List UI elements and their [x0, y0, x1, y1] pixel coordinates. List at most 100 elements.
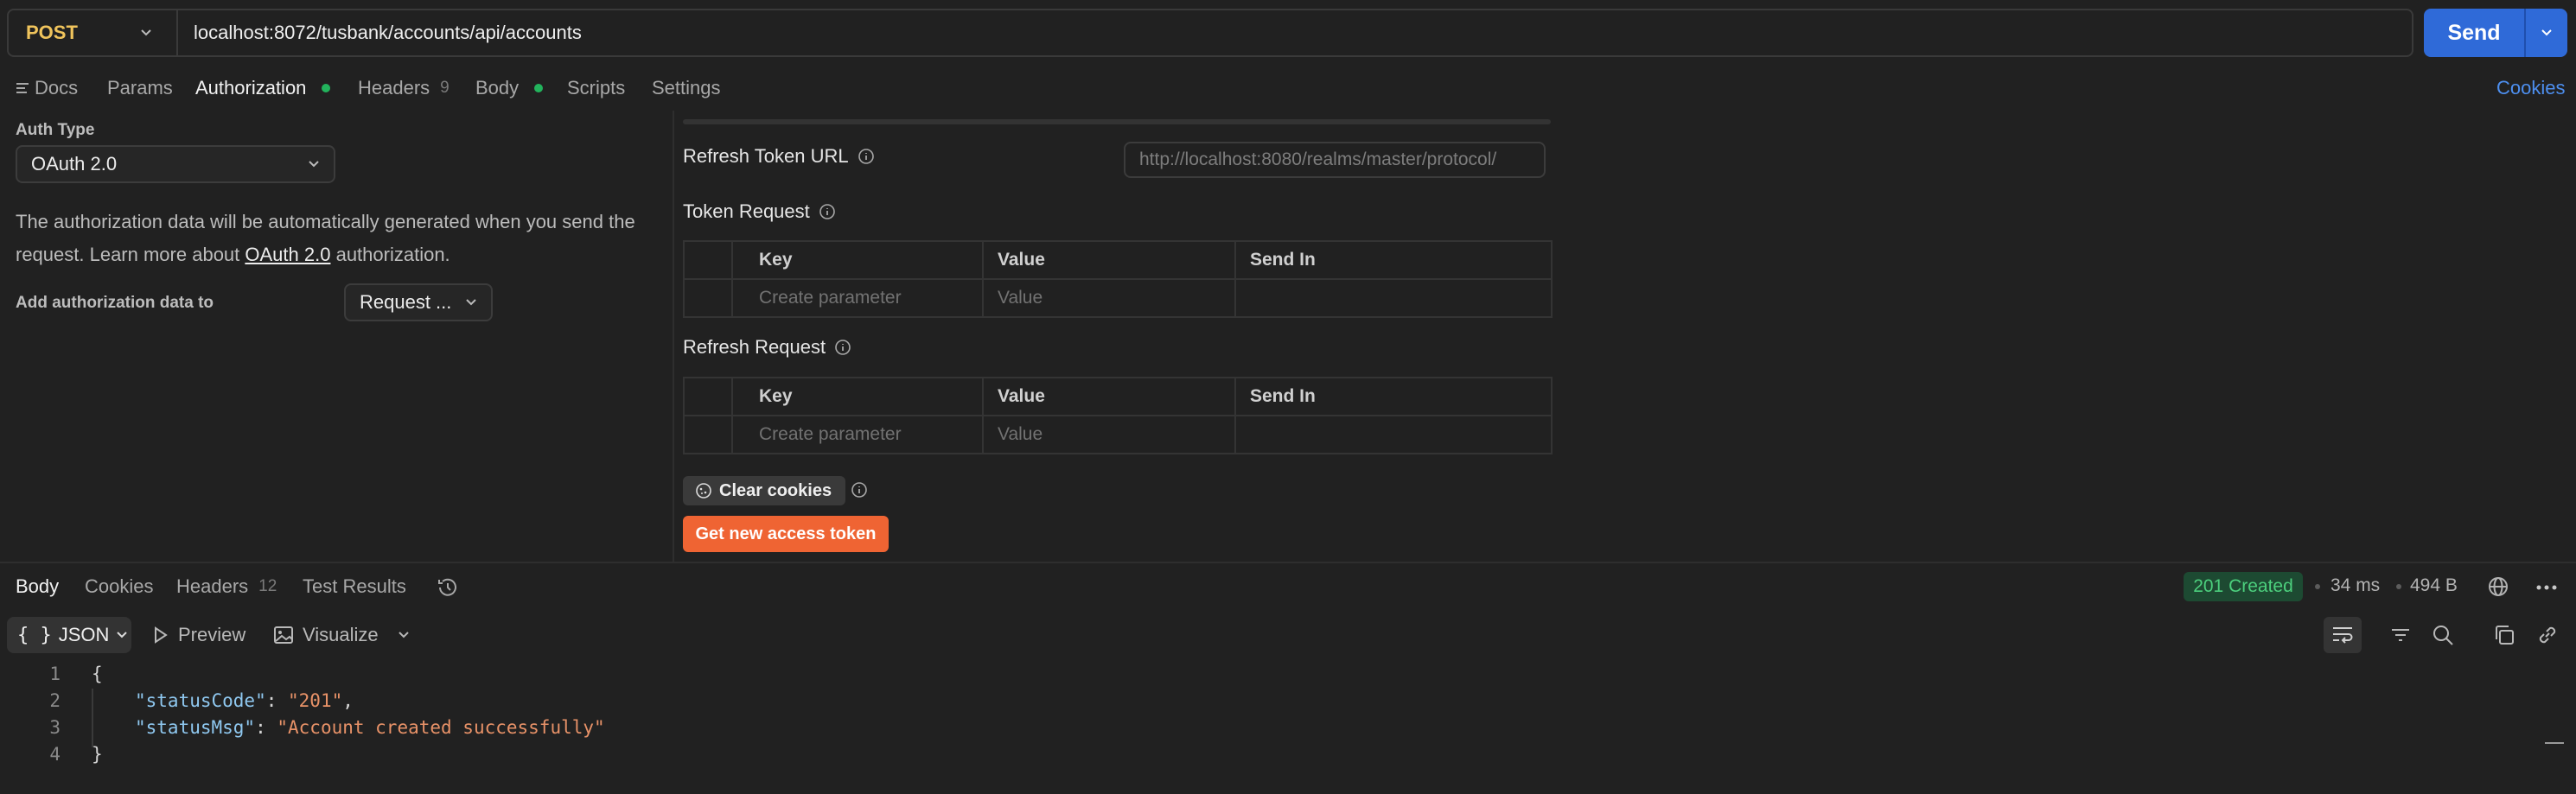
- refresh-request-label: Refresh Request: [683, 336, 826, 358]
- scrollbar-marker[interactable]: [2545, 742, 2564, 744]
- preview-label: Preview: [178, 624, 246, 645]
- value-input[interactable]: Value: [982, 415, 1236, 454]
- response-time[interactable]: 34 ms: [2331, 575, 2380, 596]
- response-tab-cookies-label: Cookies: [85, 575, 154, 597]
- key-input[interactable]: Create parameter: [731, 415, 984, 454]
- table-cell: [683, 415, 733, 454]
- json-key: "statusCode": [135, 690, 266, 711]
- braces-icon: { }: [17, 624, 52, 646]
- table-row: Create parameter Value: [683, 278, 1553, 318]
- info-icon: [858, 148, 875, 165]
- tab-headers-label: Headers: [358, 77, 430, 98]
- response-tab-cookies[interactable]: Cookies: [85, 575, 153, 598]
- add-auth-data-value: Request ...: [360, 291, 452, 313]
- response-size[interactable]: 494 B: [2410, 575, 2458, 596]
- token-request-label: Token Request: [683, 200, 810, 222]
- link-icon[interactable]: [2536, 624, 2559, 646]
- auth-type-label: Auth Type: [16, 121, 95, 139]
- response-tab-test-results-label: Test Results: [303, 575, 406, 597]
- oauth-docs-link[interactable]: OAuth 2.0: [245, 244, 330, 265]
- globe-icon[interactable]: [2486, 575, 2510, 599]
- json-key: "statusMsg": [135, 717, 256, 738]
- modified-dot: [534, 84, 544, 92]
- response-tab-headers-label: Headers: [176, 575, 249, 597]
- chevron-down-icon: [466, 299, 476, 306]
- response-divider: [0, 562, 2576, 563]
- response-tab-body-label: Body: [16, 575, 60, 597]
- refresh-token-url-input[interactable]: http://localhost:8080/realms/master/prot…: [1124, 142, 1546, 178]
- tab-settings-label: Settings: [652, 77, 721, 98]
- table-header-row: Key Value Send In: [683, 240, 1553, 280]
- json-string: "201": [288, 690, 343, 711]
- url-input[interactable]: [178, 22, 2412, 44]
- headers-count: 9: [440, 79, 450, 97]
- column-value: Value: [982, 377, 1236, 416]
- status-badge[interactable]: 201 Created: [2184, 572, 2303, 601]
- tab-params[interactable]: Params: [107, 76, 173, 100]
- more-options-icon[interactable]: [2535, 575, 2559, 600]
- tab-scripts-label: Scripts: [567, 77, 626, 98]
- table-cell: [683, 240, 733, 280]
- response-tab-headers[interactable]: Headers 12: [176, 575, 277, 598]
- filter-icon[interactable]: [2389, 624, 2412, 646]
- refresh-token-url-heading: Refresh Token URL: [683, 145, 875, 168]
- json-string: "Account created successfully": [277, 717, 605, 738]
- preview-button[interactable]: Preview: [152, 624, 245, 646]
- table-row: Create parameter Value: [683, 415, 1553, 454]
- code-line-1: {: [92, 664, 103, 684]
- auth-type-select[interactable]: OAuth 2.0: [16, 145, 335, 183]
- auth-type-value: OAuth 2.0: [31, 153, 118, 175]
- send-button[interactable]: Send: [2424, 9, 2526, 57]
- tab-scripts[interactable]: Scripts: [567, 76, 625, 100]
- column-value: Value: [982, 240, 1236, 280]
- visualize-label: Visualize: [303, 624, 379, 645]
- line-number: 1: [49, 664, 61, 684]
- response-tab-body[interactable]: Body: [16, 575, 59, 598]
- scroll-edge: [683, 119, 1551, 124]
- tab-authorization[interactable]: Authorization: [195, 76, 331, 100]
- cookies-link-label: Cookies: [2496, 77, 2566, 98]
- wrap-lines-button[interactable]: [2324, 617, 2362, 653]
- format-select[interactable]: { } JSON: [7, 617, 131, 653]
- response-tab-test-results[interactable]: Test Results: [303, 575, 406, 598]
- clear-cookies-label: Clear cookies: [719, 480, 832, 500]
- table-cell: [683, 278, 733, 318]
- play-icon: [155, 626, 168, 644]
- token-request-heading: Token Request: [683, 200, 836, 223]
- tab-headers[interactable]: Headers 9: [358, 76, 450, 100]
- chevron-down-icon: [140, 29, 152, 37]
- indent-guide: [92, 689, 93, 747]
- wrap-icon: [2333, 627, 2353, 644]
- refresh-token-url-placeholder: http://localhost:8080/realms/master/prot…: [1139, 149, 1497, 169]
- add-auth-data-label: Add authorization data to: [16, 294, 214, 312]
- docs-icon: [16, 82, 29, 94]
- code-line-4: }: [92, 744, 103, 765]
- copy-icon[interactable]: [2493, 624, 2515, 646]
- send-options-button[interactable]: [2526, 9, 2567, 57]
- get-new-access-token-button[interactable]: Get new access token: [683, 516, 889, 552]
- pane-divider: [673, 111, 674, 562]
- add-auth-data-select[interactable]: Request ...: [344, 283, 493, 321]
- tab-settings[interactable]: Settings: [652, 76, 721, 100]
- image-icon: [274, 626, 293, 644]
- send-in-select[interactable]: [1234, 415, 1553, 454]
- clear-cookies-button[interactable]: Clear cookies: [683, 476, 845, 505]
- tab-body-label: Body: [475, 77, 520, 98]
- key-input[interactable]: Create parameter: [731, 278, 984, 318]
- tab-body[interactable]: Body: [475, 76, 544, 100]
- table-cell: [683, 377, 733, 416]
- response-headers-count: 12: [258, 577, 277, 595]
- tab-docs-label: Docs: [35, 77, 79, 98]
- tab-params-label: Params: [107, 77, 173, 98]
- info-icon: [834, 339, 851, 356]
- cookies-link[interactable]: Cookies: [2496, 76, 2565, 100]
- history-icon[interactable]: [436, 575, 460, 600]
- method-select[interactable]: POST: [9, 10, 178, 55]
- tab-docs[interactable]: Docs: [16, 76, 78, 100]
- code-line-2: "statusCode": "201",: [135, 690, 354, 711]
- value-input[interactable]: Value: [982, 278, 1236, 318]
- visualize-button[interactable]: Visualize: [273, 624, 410, 646]
- send-in-select[interactable]: [1234, 278, 1553, 318]
- column-key: Key: [731, 240, 984, 280]
- search-icon[interactable]: [2431, 623, 2455, 647]
